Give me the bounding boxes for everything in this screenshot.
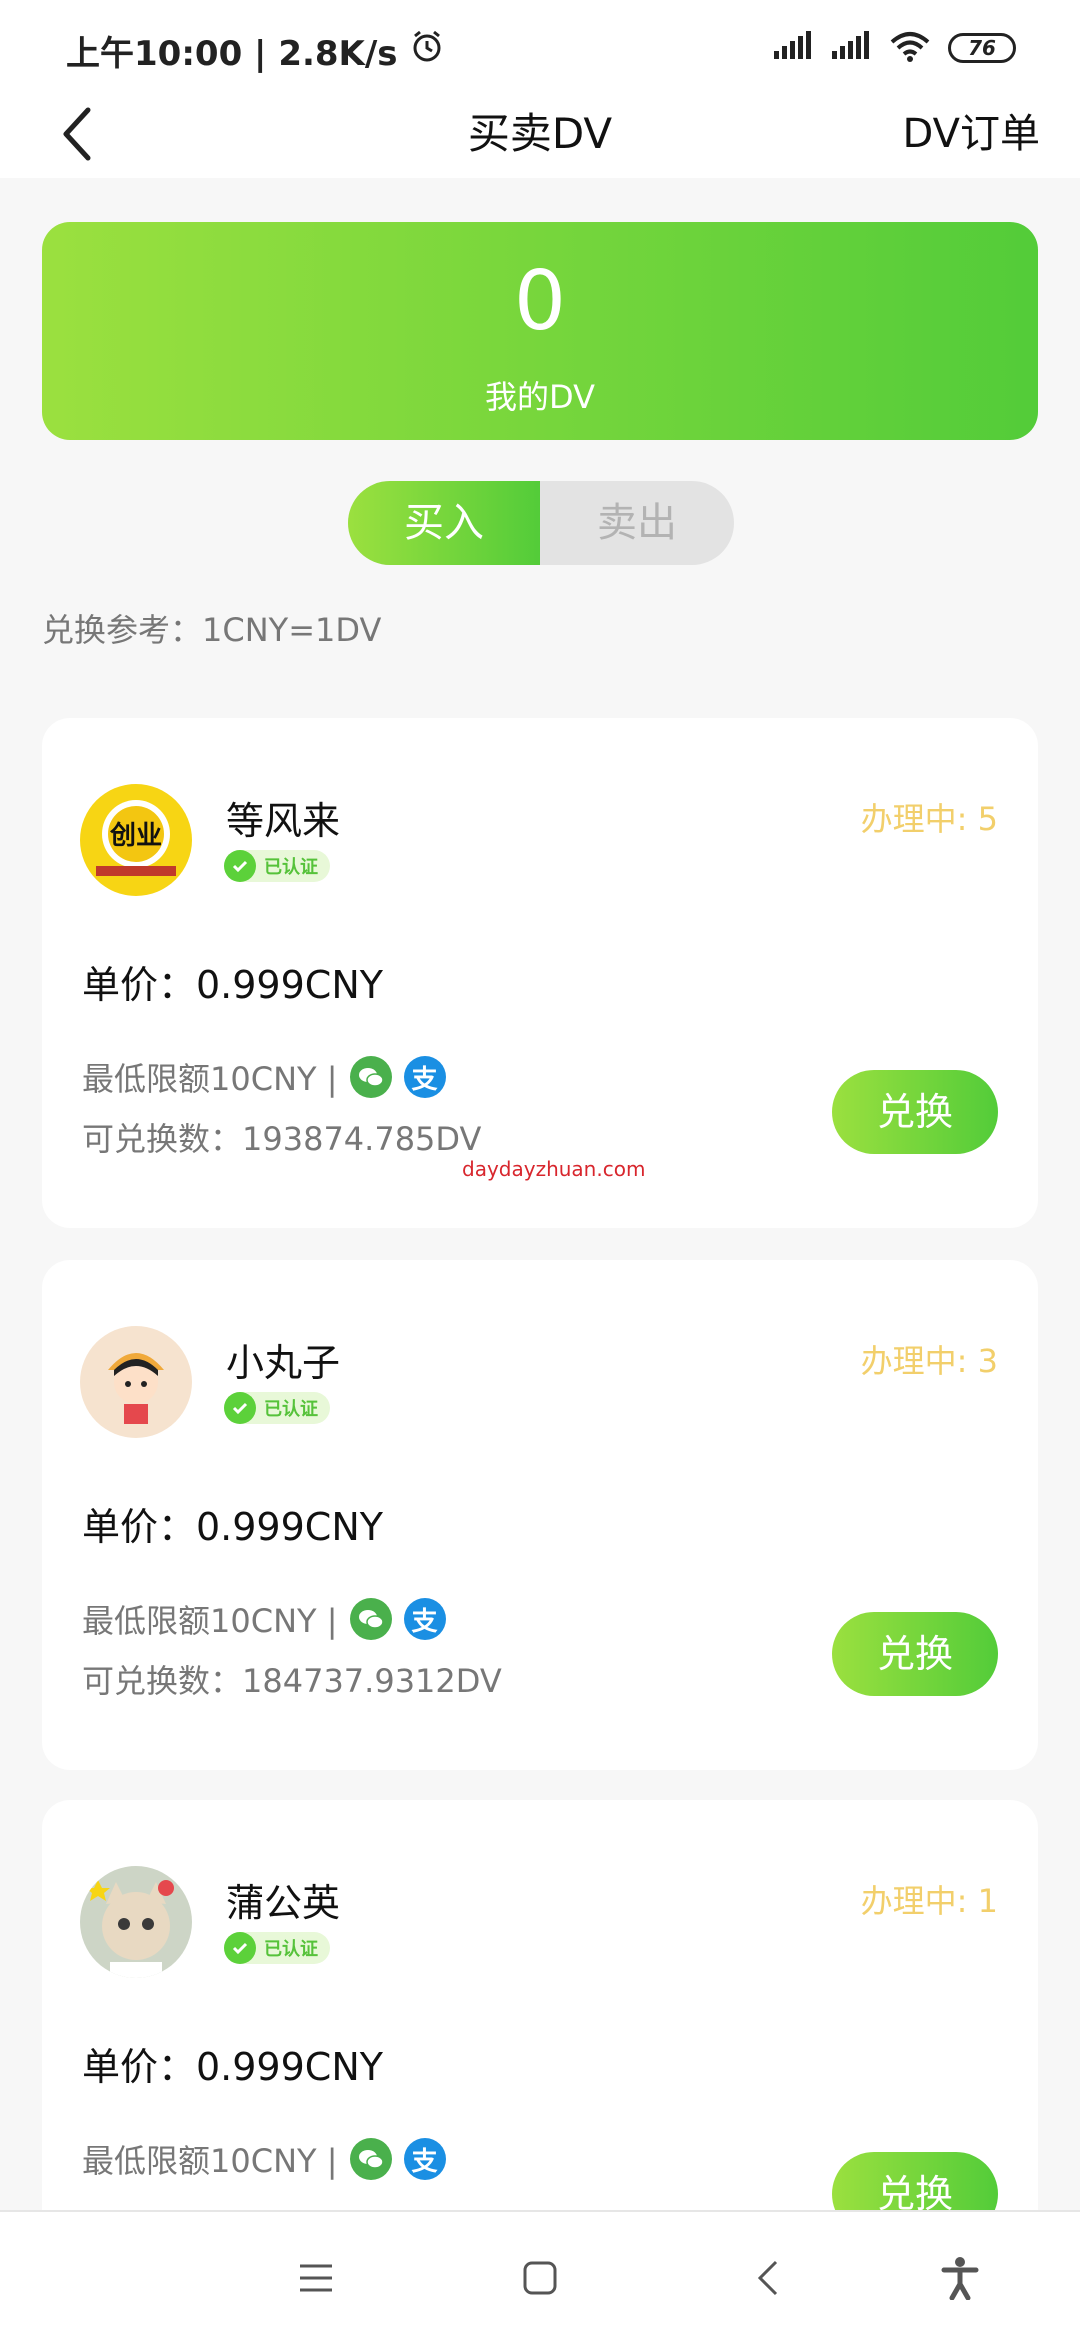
unit-price: 单价：0.999CNY: [82, 1505, 383, 1549]
balance-label: 我的DV: [485, 378, 595, 416]
avatar: 创业: [80, 784, 192, 896]
signal-icon: [772, 31, 814, 65]
min-limit-row: 最低限额10CNY | 支: [82, 1596, 446, 1642]
signal-icon-2: [830, 31, 872, 65]
status-bar: 上午10:00 | 2.8K/s 76: [0, 0, 1080, 90]
verified-badge: 已认证: [224, 1392, 330, 1424]
exchange-reference: 兑换参考：1CNY=1DV: [42, 611, 382, 649]
verified-badge: 已认证: [224, 1932, 330, 1964]
check-icon: [224, 1392, 256, 1424]
wechat-icon: [349, 1598, 392, 1640]
nav-back-button[interactable]: [736, 2246, 800, 2310]
alarm-icon: [410, 29, 444, 72]
available-amount: 可兑换数：193874.785DV: [82, 1120, 482, 1158]
check-icon: [224, 1932, 256, 1964]
wechat-icon: [349, 2138, 392, 2180]
balance-value: 0: [513, 254, 567, 349]
avatar: [80, 1326, 192, 1438]
header: 买卖DV DV订单: [0, 90, 1080, 178]
dv-orders-link[interactable]: DV订单: [903, 90, 1040, 178]
avatar-text: 创业: [109, 821, 162, 851]
verified-label: 已认证: [264, 857, 318, 878]
tab-sell[interactable]: 卖出: [540, 481, 734, 565]
seller-name: 等风来: [226, 799, 341, 843]
processing-count: 办理中: 5: [860, 800, 998, 838]
min-limit: 最低限额10CNY |: [82, 1060, 338, 1098]
wechat-icon: [349, 1056, 392, 1098]
seller-card: 小丸子 已认证 办理中: 3 单价：0.999CNY 最低限额10CNY | 支…: [42, 1260, 1038, 1770]
battery-indicator: 76: [948, 33, 1016, 63]
status-right: 76: [772, 30, 1016, 66]
home-square-icon: [523, 2261, 557, 2295]
min-limit: 最低限额10CNY |: [82, 1602, 338, 1640]
watermark: daydayzhuan.com: [462, 1157, 646, 1181]
seller-card: 创业 等风来 已认证 办理中: 5 单价：0.999CNY 最低限额10CNY …: [42, 718, 1038, 1228]
wifi-icon: [888, 30, 932, 66]
unit-price: 单价：0.999CNY: [82, 963, 383, 1007]
min-limit: 最低限额10CNY |: [82, 2142, 338, 2180]
seller-name: 小丸子: [226, 1341, 341, 1385]
accessibility-button[interactable]: [928, 2246, 992, 2310]
alipay-icon: 支: [403, 1056, 446, 1098]
balance-card: 0 我的DV: [42, 222, 1038, 440]
system-nav-bar: [0, 2210, 1080, 2340]
menu-button[interactable]: [284, 2246, 348, 2310]
check-icon: [224, 850, 256, 882]
processing-count: 办理中: 3: [860, 1342, 998, 1380]
home-button[interactable]: [508, 2246, 572, 2310]
accessibility-icon: [941, 2257, 979, 2300]
status-left: 上午10:00 | 2.8K/s: [66, 26, 444, 75]
seller-name: 蒲公英: [226, 1881, 341, 1925]
verified-label: 已认证: [264, 1939, 318, 1960]
available-amount: 可兑换数：184737.9312DV: [82, 1662, 502, 1700]
tab-buy[interactable]: 买入: [348, 481, 540, 565]
status-time: 上午10:00 | 2.8K/s: [66, 34, 398, 74]
min-limit-row: 最低限额10CNY | 支: [82, 1054, 446, 1100]
alipay-icon: 支: [403, 2138, 446, 2180]
alipay-icon: 支: [403, 1598, 446, 1640]
min-limit-row: 最低限额10CNY | 支: [82, 2136, 446, 2182]
buy-sell-toggle: 买入 卖出: [348, 481, 734, 565]
verified-badge: 已认证: [224, 850, 330, 882]
verified-label: 已认证: [264, 1399, 318, 1420]
back-triangle-icon: [757, 2260, 778, 2296]
processing-count: 办理中: 1: [860, 1882, 998, 1920]
avatar: [80, 1866, 192, 1978]
menu-icon: [300, 2264, 332, 2292]
exchange-button[interactable]: 兑换: [832, 1070, 998, 1154]
exchange-button[interactable]: 兑换: [832, 1612, 998, 1696]
unit-price: 单价：0.999CNY: [82, 2045, 383, 2089]
